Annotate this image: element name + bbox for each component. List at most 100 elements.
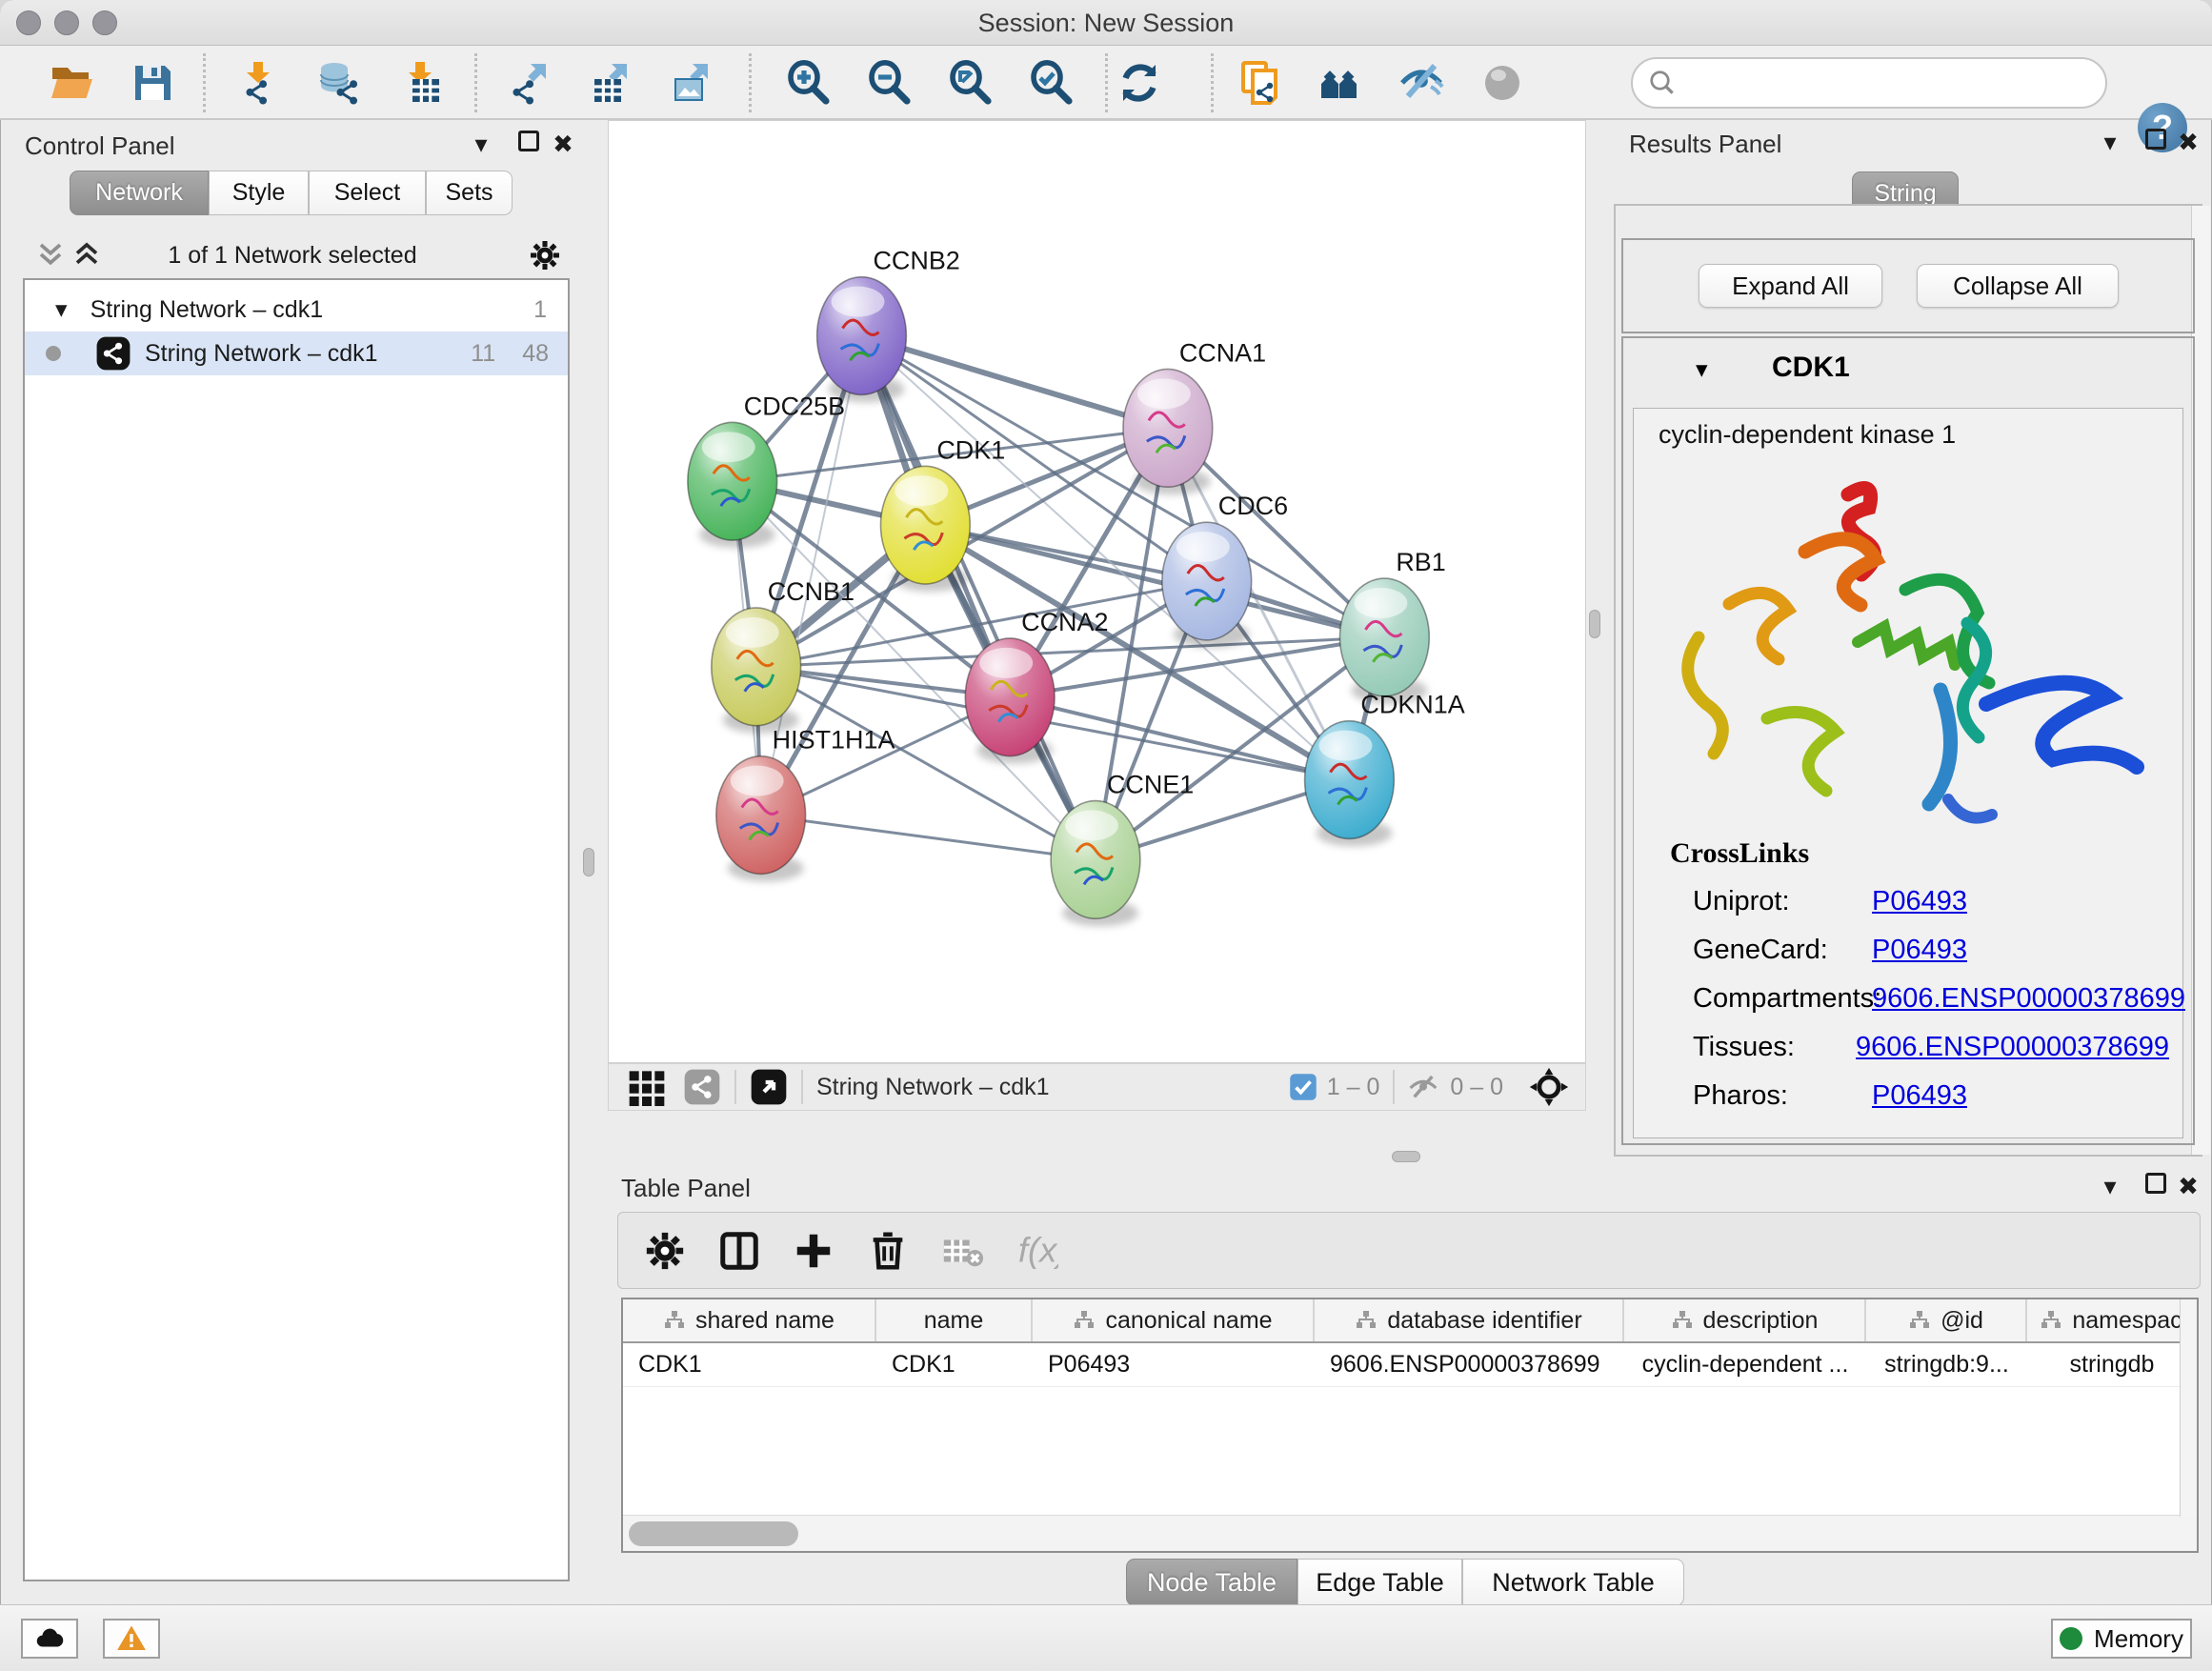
collection-expander-icon[interactable]: ▾: [55, 295, 68, 324]
columns-button[interactable]: [717, 1229, 761, 1273]
table-hscrollbar[interactable]: [623, 1515, 2197, 1551]
table-vscrollbar[interactable]: [2180, 1299, 2197, 1517]
export-table-button[interactable]: [589, 60, 634, 106]
network-edge[interactable]: [862, 336, 1168, 429]
network-node[interactable]: CCNA1: [1123, 338, 1266, 494]
import-table-button[interactable]: [397, 60, 443, 106]
node-label: CCNA2: [1021, 608, 1108, 636]
column-header[interactable]: database identifier: [1315, 1299, 1624, 1341]
fit-content-icon[interactable]: [1528, 1066, 1570, 1108]
hide-selected-button[interactable]: [1398, 60, 1444, 106]
network-row[interactable]: String Network – cdk1 11 48: [25, 332, 568, 375]
panel-float-icon[interactable]: [2142, 126, 2170, 154]
import-network-icon: [235, 60, 281, 106]
table-cell[interactable]: CDK1: [876, 1343, 1033, 1386]
column-header[interactable]: shared name: [623, 1299, 876, 1341]
import-database-button[interactable]: [316, 60, 362, 106]
gear-button[interactable]: [643, 1229, 687, 1273]
save-button[interactable]: [130, 60, 175, 106]
panel-float-icon[interactable]: [514, 128, 543, 156]
search-input[interactable]: [1677, 69, 2077, 97]
table-cell[interactable]: 9606.ENSP00000378699: [1315, 1343, 1624, 1386]
memory-button[interactable]: Memory: [2051, 1619, 2192, 1659]
plus-button[interactable]: [792, 1229, 835, 1273]
column-header[interactable]: canonical name: [1033, 1299, 1315, 1341]
hide-selected-icon: [1398, 60, 1444, 106]
export-network-button[interactable]: [508, 60, 553, 106]
tab-network[interactable]: Network: [70, 171, 209, 215]
panel-menu-icon[interactable]: ▾: [2096, 1172, 2124, 1200]
tab-network-table[interactable]: Network Table: [1462, 1559, 1684, 1606]
network-node[interactable]: RB1: [1339, 548, 1445, 704]
grid-view-icon[interactable]: [628, 1068, 666, 1106]
crosslink-link[interactable]: P06493: [1872, 935, 1967, 966]
network-node[interactable]: CDK1: [880, 435, 1005, 592]
crosslink-link[interactable]: 9606.ENSP00000378699: [1856, 1032, 2169, 1063]
network-node[interactable]: CCNE1: [1051, 771, 1194, 927]
table-row[interactable]: CDK1CDK1P064939606.ENSP00000378699cyclin…: [623, 1343, 2197, 1387]
bottom-splitter-handle[interactable]: [1392, 1151, 1420, 1162]
cloud-button[interactable]: [21, 1619, 78, 1659]
table-cell[interactable]: cyclin-dependent ...: [1624, 1343, 1866, 1386]
panel-float-icon[interactable]: [2142, 1170, 2170, 1198]
panel-close-icon[interactable]: ✖: [2174, 1172, 2202, 1200]
gear-icon[interactable]: [528, 238, 562, 272]
column-header[interactable]: description: [1624, 1299, 1866, 1341]
selected-checkbox-icon[interactable]: [1289, 1073, 1317, 1101]
node-label: CDKN1A: [1360, 691, 1464, 719]
import-network-button[interactable]: [235, 60, 281, 106]
collapse-all-button[interactable]: Collapse All: [1917, 264, 2119, 308]
expand-all-button[interactable]: Expand All: [1699, 264, 1882, 308]
tab-edge-table[interactable]: Edge Table: [1297, 1559, 1462, 1606]
hscrollbar-thumb[interactable]: [629, 1521, 798, 1546]
right-splitter-handle[interactable]: [1589, 610, 1600, 638]
table-cell[interactable]: CDK1: [623, 1343, 876, 1386]
selected-counter: 1 – 0: [1327, 1074, 1380, 1101]
zoom-in-button[interactable]: [785, 60, 831, 106]
tab-node-table[interactable]: Node Table: [1126, 1559, 1297, 1606]
entry-expander-icon[interactable]: ▾: [1696, 355, 1708, 384]
tab-style[interactable]: Style: [209, 171, 309, 215]
search-box[interactable]: [1631, 57, 2107, 109]
string-badge-icon[interactable]: [683, 1068, 721, 1106]
column-header[interactable]: namespac: [2027, 1299, 2197, 1341]
network-collection-row[interactable]: ▾ String Network – cdk1 1: [25, 288, 568, 332]
column-header[interactable]: @id: [1866, 1299, 2027, 1341]
tab-sets[interactable]: Sets: [426, 171, 513, 215]
crosslink-link[interactable]: P06493: [1872, 1080, 1967, 1112]
node-label: CDC6: [1218, 492, 1288, 520]
network-edge[interactable]: [761, 815, 1096, 860]
network-edge[interactable]: [862, 336, 1096, 860]
panel-close-icon[interactable]: ✖: [549, 130, 577, 158]
eye-slash-sm-icon: [1408, 1073, 1438, 1103]
crosslink-link[interactable]: 9606.ENSP00000378699: [1872, 983, 2185, 1015]
panel-close-icon[interactable]: ✖: [2174, 128, 2202, 156]
network-canvas[interactable]: CCNB2 CCNA1 CDC25B: [608, 120, 1586, 1063]
panel-menu-icon[interactable]: ▾: [467, 130, 495, 158]
zoom-fit-button[interactable]: [947, 60, 993, 106]
tab-select[interactable]: Select: [309, 171, 426, 215]
zoom-selected-button[interactable]: [1028, 60, 1074, 106]
trash-button[interactable]: [866, 1229, 910, 1273]
open-file-button[interactable]: [49, 60, 94, 106]
network-snapshot-button[interactable]: [1237, 60, 1282, 106]
table-cell[interactable]: stringdb: [2027, 1343, 2197, 1386]
first-neighbors-button[interactable]: [1317, 60, 1363, 106]
zoom-out-button[interactable]: [866, 60, 912, 106]
column-header[interactable]: name: [876, 1299, 1033, 1341]
table-cell[interactable]: stringdb:9...: [1866, 1343, 2027, 1386]
crosslink-link[interactable]: P06493: [1872, 886, 1967, 917]
panel-menu-icon[interactable]: ▾: [2096, 128, 2124, 156]
table-tabs: Node TableEdge TableNetwork Table: [1126, 1559, 1684, 1606]
warning-button[interactable]: [103, 1619, 160, 1659]
network-node[interactable]: CDKN1A: [1305, 691, 1465, 847]
save-icon: [130, 60, 175, 106]
grid-black-icon: [628, 1068, 666, 1106]
refresh-button[interactable]: [1116, 60, 1162, 106]
table-cell[interactable]: P06493: [1033, 1343, 1315, 1386]
left-splitter-handle[interactable]: [583, 848, 594, 876]
show-all-button[interactable]: [1479, 60, 1525, 106]
export-image-button[interactable]: [670, 60, 715, 106]
birds-eye-view-icon[interactable]: [750, 1068, 788, 1106]
network-node[interactable]: HIST1H1A: [716, 726, 895, 882]
